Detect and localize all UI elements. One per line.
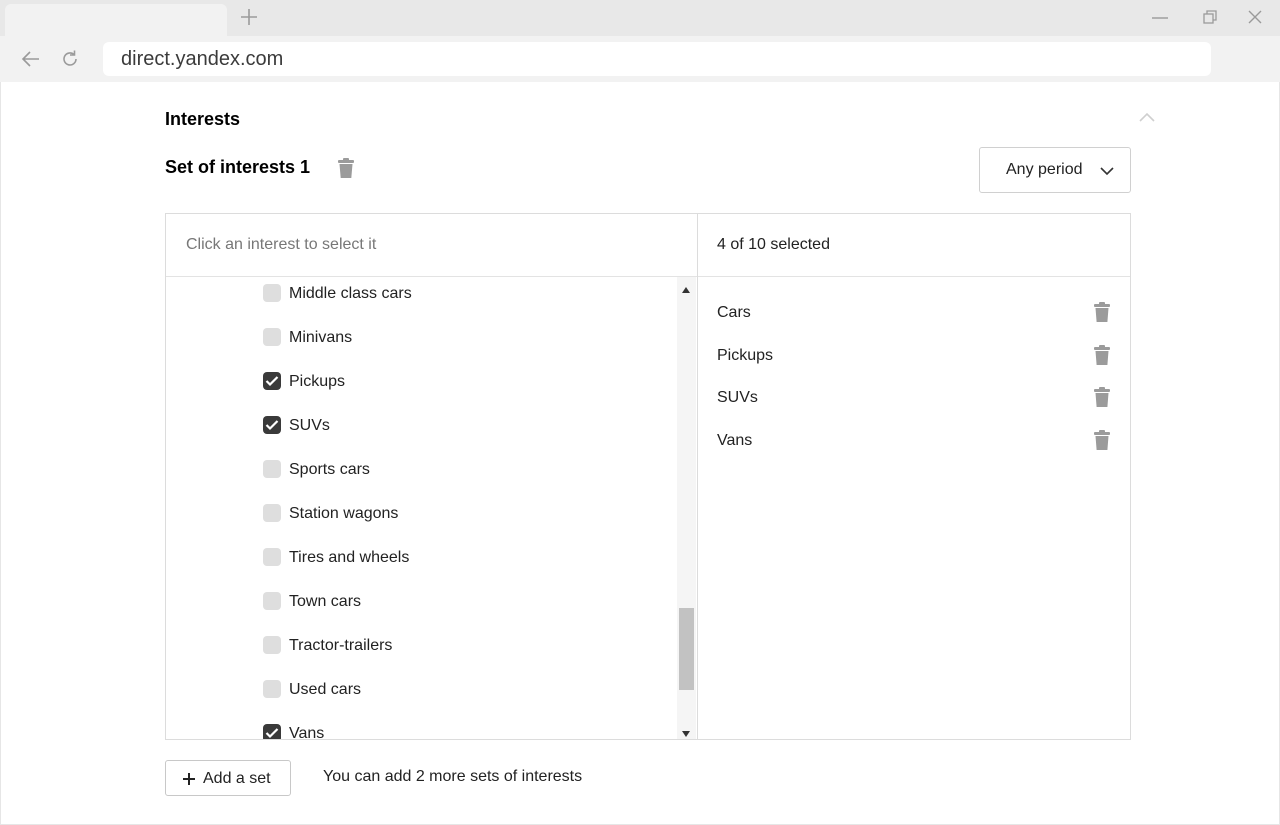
add-sets-note: You can add 2 more sets of interests (323, 768, 583, 785)
interest-label: Pickups (289, 373, 346, 390)
chevron-up-icon[interactable] (1137, 110, 1157, 124)
interest-label: Vans (289, 725, 325, 739)
period-dropdown-label: Any period (1006, 161, 1083, 178)
interest-list: Middle class cars Minivans Pickups SUVs Spor… (166, 277, 697, 739)
selected-interest-label: Pickups (717, 347, 774, 364)
checkbox[interactable] (263, 636, 281, 654)
interests-panel: Click an interest to select it 4 of 10 s… (165, 213, 1131, 740)
url-field[interactable]: direct.yandex.com (103, 42, 1211, 76)
checkbox[interactable] (263, 284, 281, 302)
selected-interest: Cars (717, 301, 1117, 325)
list-hint: Click an interest to select it (186, 236, 377, 253)
period-dropdown[interactable]: Any period (979, 147, 1131, 193)
add-set-label: Add a set (203, 770, 271, 787)
checkbox-checked[interactable] (263, 724, 281, 739)
scroll-up-icon[interactable] (681, 281, 691, 293)
browser-tab[interactable] (5, 4, 227, 36)
interest-label: Minivans (289, 329, 353, 346)
selected-interest-label: Vans (717, 432, 753, 449)
selected-count: 4 of 10 selected (717, 236, 830, 253)
checkbox-checked[interactable] (263, 416, 281, 434)
back-arrow-icon[interactable] (20, 48, 42, 70)
selected-interest: SUVs (717, 386, 1117, 410)
new-tab-icon[interactable] (238, 6, 260, 28)
chevron-down-icon (1099, 164, 1115, 176)
scroll-down-icon[interactable] (681, 725, 691, 737)
selected-list: Cars Pickups SUVs Vans (698, 277, 1130, 739)
scrollbar[interactable] (677, 277, 696, 739)
trash-icon[interactable] (1093, 301, 1111, 323)
selected-interest: Vans (717, 429, 1117, 453)
trash-icon[interactable] (336, 157, 356, 179)
restore-icon[interactable] (1199, 8, 1221, 28)
checkbox[interactable] (263, 548, 281, 566)
interest-label: Town cars (289, 593, 362, 610)
interest-label: Station wagons (289, 505, 399, 522)
checkbox[interactable] (263, 504, 281, 522)
interest-label: Tires and wheels (289, 549, 410, 566)
address-bar-row: direct.yandex.com (0, 36, 1280, 82)
interest-label: SUVs (289, 417, 330, 434)
trash-icon[interactable] (1093, 429, 1111, 451)
plus-icon (182, 772, 196, 786)
checkbox[interactable] (263, 460, 281, 478)
selected-interest-label: SUVs (717, 389, 758, 406)
close-icon[interactable] (1244, 8, 1266, 28)
reload-icon[interactable] (59, 48, 81, 70)
interest-label: Sports cars (289, 461, 370, 478)
interest-label: Tractor-trailers (289, 637, 393, 654)
checkbox[interactable] (263, 680, 281, 698)
checkbox-checked[interactable] (263, 372, 281, 390)
checkbox[interactable] (263, 328, 281, 346)
trash-icon[interactable] (1093, 344, 1111, 366)
selected-interest-label: Cars (717, 304, 751, 321)
set-title: Set of interests 1 (165, 157, 311, 177)
scrollbar-thumb[interactable] (679, 608, 694, 690)
selected-interest: Pickups (717, 344, 1117, 368)
browser-tab-bar (0, 0, 1280, 36)
minimize-icon[interactable] (1149, 8, 1171, 28)
interest-label: Middle class cars (289, 285, 412, 302)
trash-icon[interactable] (1093, 386, 1111, 408)
add-set-button[interactable]: Add a set (165, 760, 291, 796)
section-title: Interests (165, 109, 241, 129)
checkbox[interactable] (263, 592, 281, 610)
interest-label: Used cars (289, 681, 362, 698)
